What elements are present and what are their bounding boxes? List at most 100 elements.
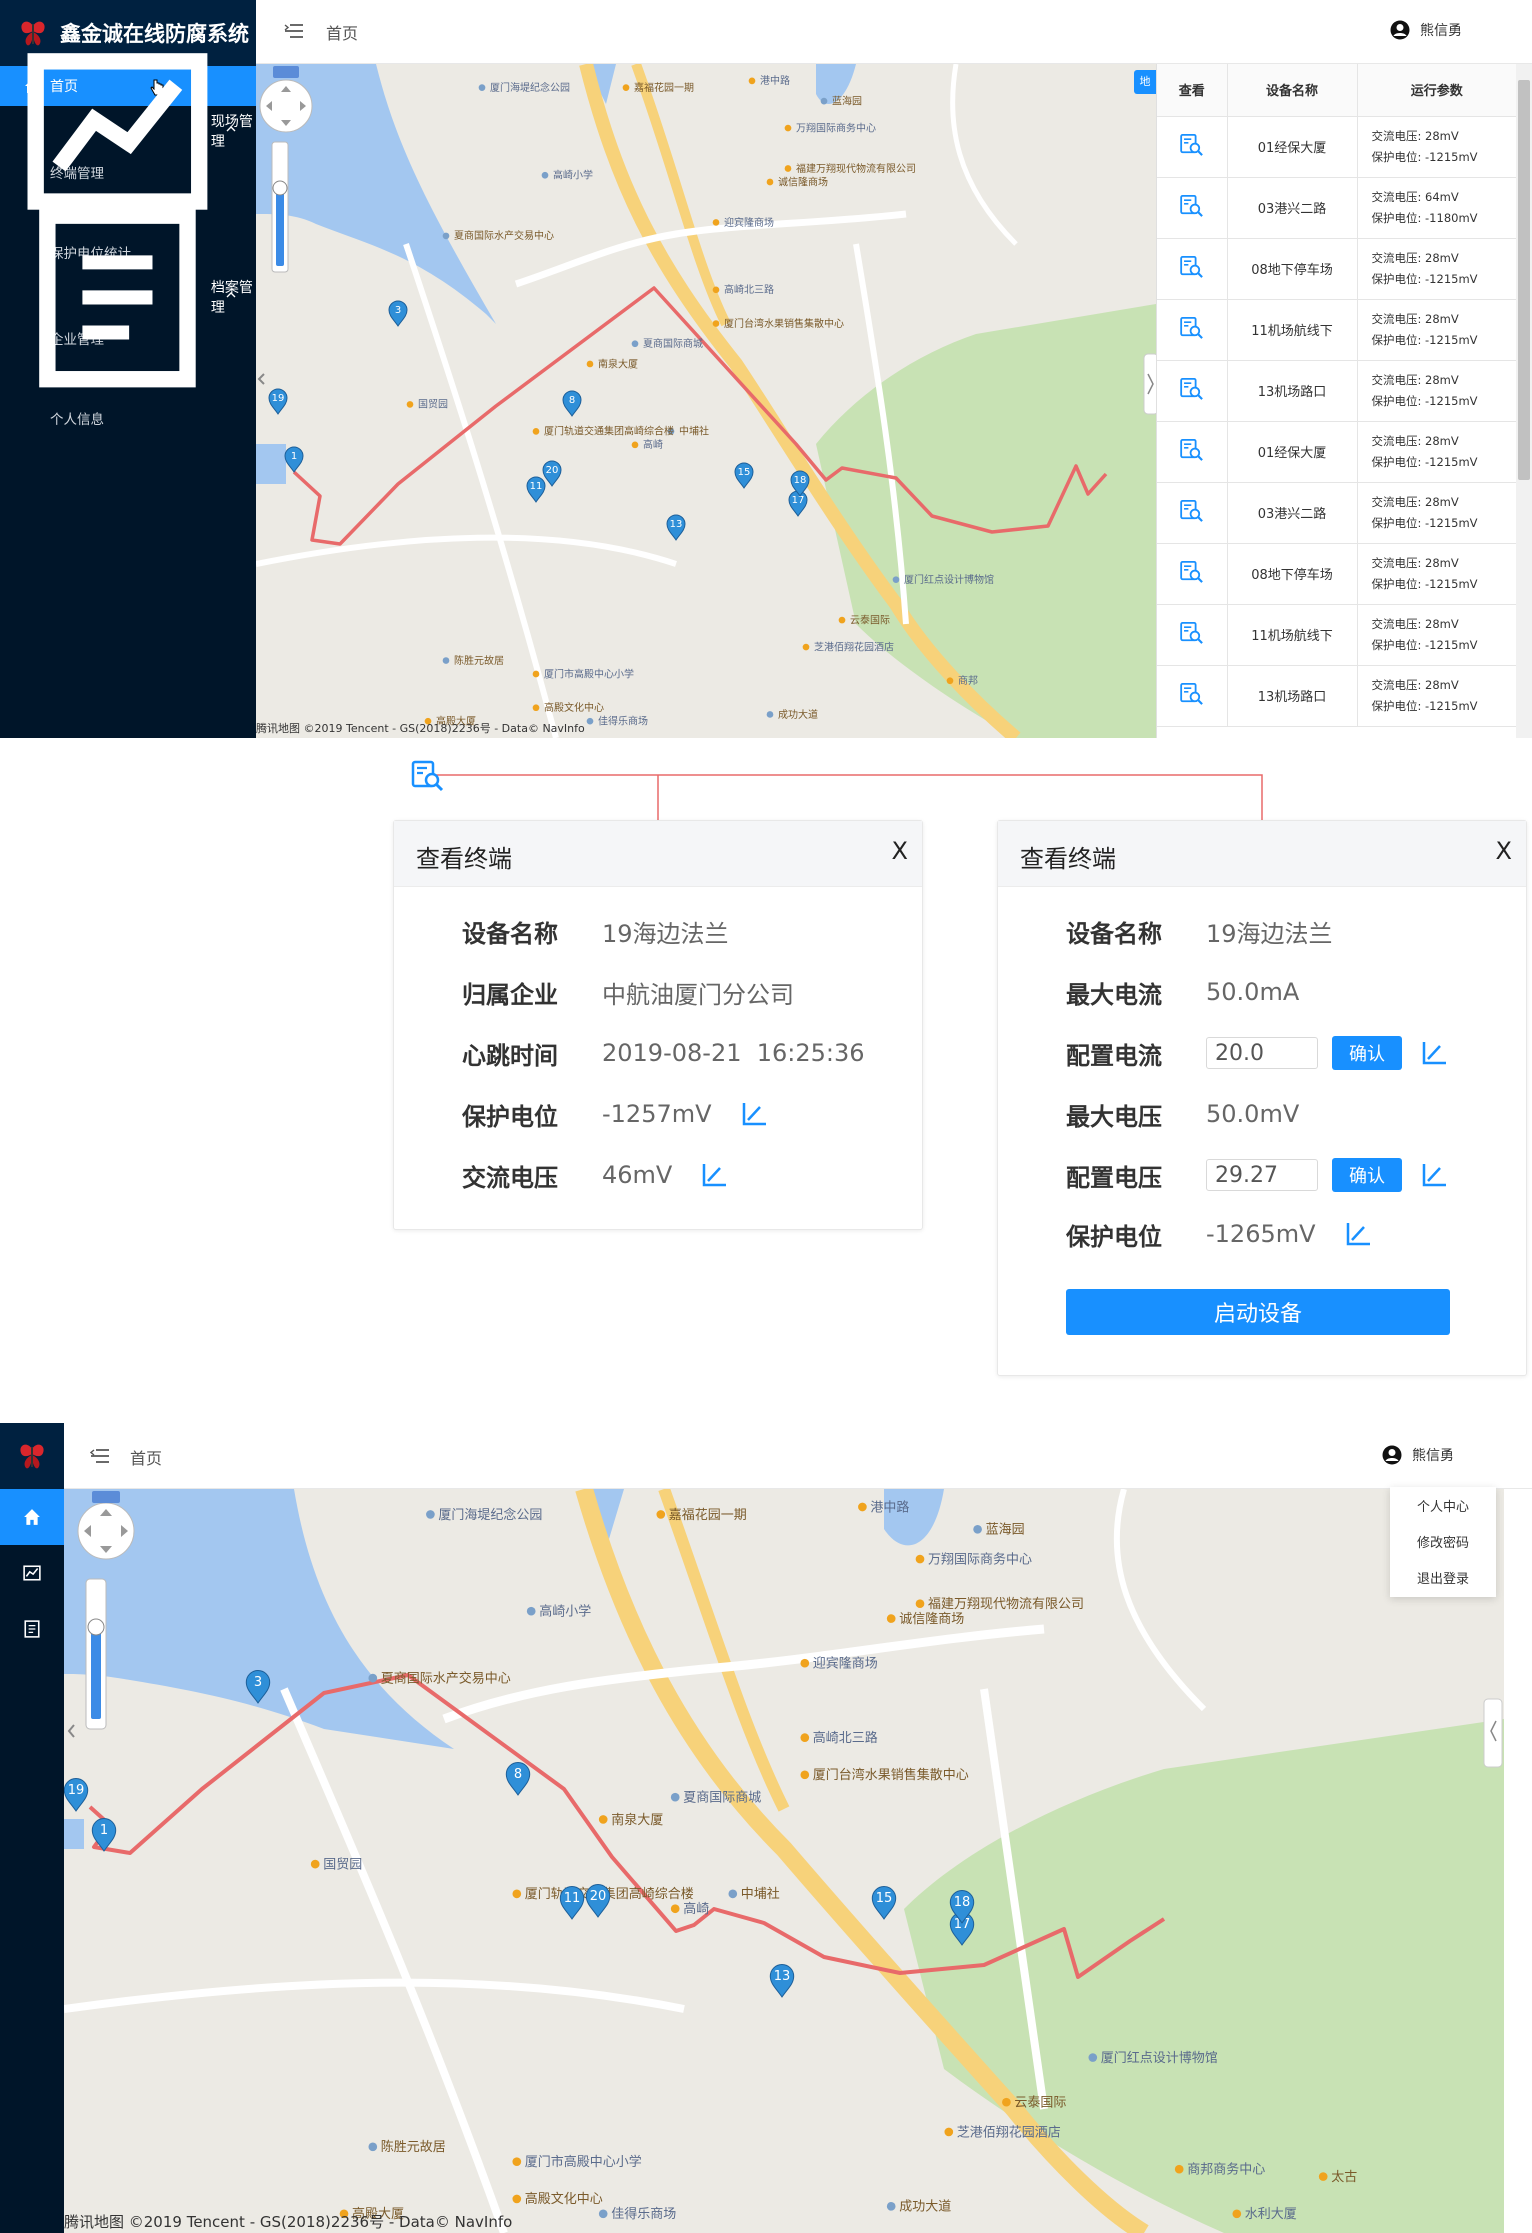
menu-group-archive[interactable]: 档案管理 (0, 207, 256, 387)
device-marker[interactable]: 8 (505, 1762, 531, 1796)
view-detail-icon[interactable] (1179, 499, 1205, 523)
device-marker[interactable]: 11 (559, 1886, 585, 1920)
table-row: 08地下停车场 交流电压: 28mV 保护电位: -1215mV (1157, 238, 1517, 300)
marker-label: 17 (792, 495, 805, 506)
dialog-close-button[interactable]: X (1496, 837, 1512, 865)
view-detail-icon[interactable] (1179, 133, 1205, 157)
poi-icon (1088, 2053, 1098, 2062)
dialog-close-button[interactable]: X (892, 837, 908, 865)
view-detail-icon[interactable] (1179, 682, 1205, 706)
device-marker[interactable]: 17 (788, 490, 808, 517)
map-left-arrow-icon[interactable] (257, 373, 265, 385)
map-place-label: 高崎北三路 (813, 1730, 878, 1746)
menu-unfold-icon[interactable] (90, 1447, 110, 1465)
view-detail-icon[interactable] (1179, 377, 1205, 401)
poi-icon (886, 1614, 896, 1623)
map-view[interactable]: 厦门海堤纪念公园 嘉福花园一期 港中路 蓝海园 万翔国际商务中心 福建万翔现代物流有限公司… (64, 1489, 1504, 2233)
device-marker[interactable]: 3 (388, 300, 408, 327)
menu-personal-info[interactable]: 个人信息 (0, 398, 256, 438)
view-detail-icon[interactable] (410, 760, 446, 792)
map-zoom-slider[interactable] (271, 141, 289, 273)
view-detail-icon[interactable] (1179, 194, 1205, 218)
trend-chart-icon[interactable] (1420, 1039, 1448, 1067)
device-marker[interactable]: 13 (769, 1964, 795, 1998)
view-detail-icon[interactable] (1179, 438, 1205, 462)
device-marker[interactable]: 19 (268, 388, 288, 415)
device-name-cell: 03港兴二路 (1227, 482, 1358, 544)
ac-voltage-text: 交流电压: 28mV (1371, 372, 1459, 387)
poi-icon (598, 2209, 608, 2219)
map-place-label: 夏商国际水产交易中心 (381, 1670, 511, 1686)
config-voltage-input[interactable]: 29.27 (1206, 1159, 1318, 1191)
trend-chart-icon[interactable] (1344, 1220, 1372, 1248)
menu-personal-center[interactable]: 个人中心 (1390, 1487, 1496, 1523)
device-marker[interactable]: 15 (871, 1886, 897, 1920)
user-name: 熊信勇 (1412, 1448, 1454, 1464)
params-cell: 交流电压: 28mV 保护电位: -1215mV (1357, 238, 1517, 300)
trend-chart-icon[interactable] (1420, 1161, 1448, 1189)
marker-label: 1 (291, 451, 297, 462)
field-label: 配置电压 (1066, 1163, 1162, 1192)
trend-chart-icon[interactable] (740, 1100, 768, 1128)
field-heartbeat-time: 心跳时间 2019-08-21 16:25:36 (462, 1033, 865, 1073)
map-canvas[interactable]: 厦门海堤纪念公园 嘉福花园一期 港中路蓝海园万翔国际商务中心福建万翔现代物流有限公司… (64, 1489, 1504, 2233)
poi-icon (512, 2157, 522, 2167)
marker-label: 20 (546, 465, 559, 476)
view-detail-icon[interactable] (1179, 560, 1205, 584)
breadcrumb[interactable]: 首页 (130, 1445, 162, 1469)
field-value: 中航油厦门分公司 (602, 980, 794, 1009)
confirm-current-button[interactable]: 确认 (1332, 1036, 1402, 1070)
config-current-input[interactable]: 20.0 (1206, 1037, 1318, 1069)
map-canvas[interactable]: 厦门海堤纪念公园 嘉福花园一期 港中路蓝海园万翔国际商务中心福建万翔现代物流有限公司… (256, 64, 1156, 738)
map-place-label: 芝港佰翔花园酒店 (814, 640, 894, 653)
device-marker[interactable]: 11 (526, 476, 546, 503)
poi-icon (512, 2194, 522, 2204)
scrollbar-thumb[interactable] (1518, 80, 1530, 480)
menu-group-site[interactable]: 现场管理 (0, 52, 256, 210)
map-place-label: 高崎北三路 (724, 283, 774, 296)
device-marker[interactable]: 1 (284, 446, 304, 473)
device-marker[interactable]: 8 (562, 390, 582, 417)
menu-logout[interactable]: 退出登录 (1390, 1559, 1496, 1595)
menu-site-management[interactable] (0, 1545, 64, 1601)
start-device-button[interactable]: 启动设备 (1066, 1289, 1450, 1335)
panel-scrollbar[interactable] (1516, 64, 1532, 738)
user-menu[interactable]: 熊信勇 (1390, 20, 1462, 40)
device-marker[interactable]: 15 (734, 462, 754, 489)
field-value: 19海边法兰 (1206, 919, 1333, 948)
map-expand-handle[interactable] (1483, 1698, 1503, 1768)
map-layer-tab[interactable]: 地 (1134, 70, 1156, 94)
poi-icon (532, 428, 540, 435)
map-zoom-slider[interactable] (85, 1578, 107, 1730)
device-marker[interactable]: 20 (585, 1884, 611, 1918)
field-label: 保护电位 (1066, 1222, 1162, 1251)
view-detail-icon[interactable] (1179, 316, 1205, 340)
map-view[interactable]: 厦门海堤纪念公园 嘉福花园一期 港中路 蓝海园 万翔国际商务中心 福建万翔现代物流有限公司… (256, 64, 1156, 738)
trend-chart-icon[interactable] (700, 1161, 728, 1189)
view-detail-icon[interactable] (1179, 255, 1205, 279)
user-dropdown-menu: 个人中心 修改密码 退出登录 (1390, 1487, 1496, 1597)
device-marker[interactable]: 19 (64, 1778, 89, 1812)
menu-change-password[interactable]: 修改密码 (1390, 1523, 1496, 1559)
map-place-label: 嘉福花园一期 (634, 81, 694, 94)
table-row: 13机场路口 交流电压: 28mV 保护电位: -1215mV (1157, 360, 1517, 422)
menu-archive-management[interactable] (0, 1601, 64, 1657)
confirm-voltage-button[interactable]: 确认 (1332, 1158, 1402, 1192)
poi-icon (631, 340, 639, 348)
protection-potential-text: 保护电位: -1215mV (1371, 637, 1478, 652)
device-marker[interactable]: 20 (542, 460, 562, 487)
user-name: 熊信勇 (1420, 23, 1462, 39)
poi-icon (915, 1599, 925, 1609)
menu-home[interactable] (0, 1489, 64, 1545)
user-menu[interactable]: 熊信勇 (1382, 1445, 1454, 1465)
menu-fold-icon[interactable] (284, 22, 304, 40)
breadcrumb[interactable]: 首页 (326, 20, 358, 44)
map-left-arrow-icon[interactable] (67, 1724, 75, 1738)
view-detail-icon[interactable] (1179, 621, 1205, 645)
field-value: 19海边法兰 (602, 919, 729, 948)
poi-icon (728, 1889, 738, 1899)
device-marker[interactable]: 13 (666, 514, 686, 541)
marker-label: 13 (670, 519, 683, 530)
map-place-label: 厦门红点设计博物馆 (1101, 2050, 1218, 2066)
map-collapse-handle[interactable] (1143, 353, 1156, 415)
